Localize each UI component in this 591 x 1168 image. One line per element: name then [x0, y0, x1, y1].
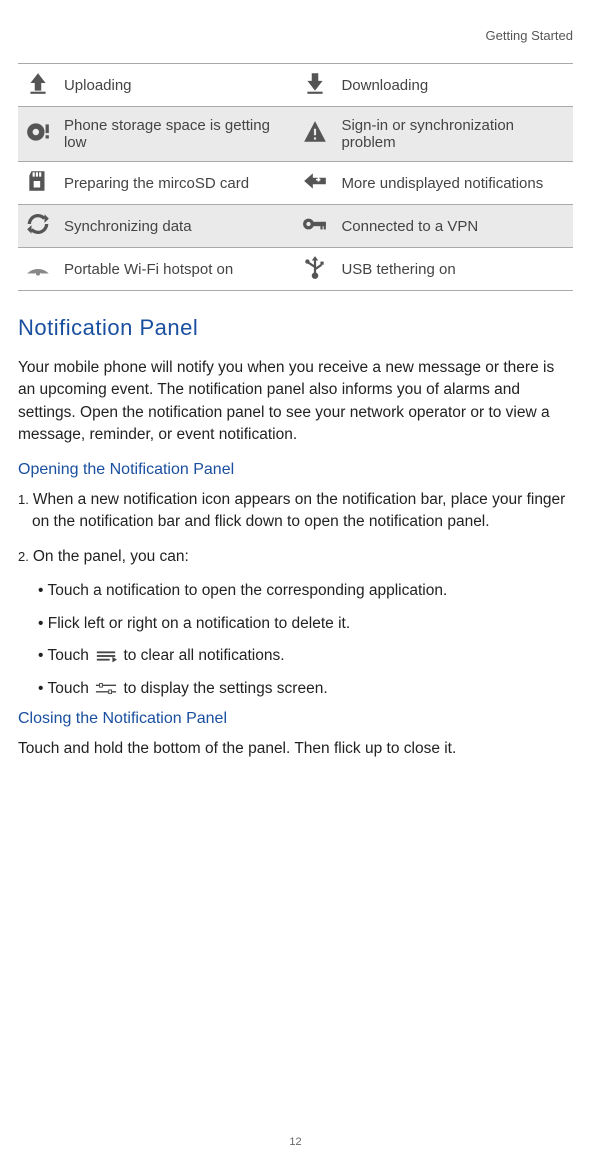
more-notif-label: More undisplayed notifications	[335, 162, 573, 205]
upload-label: Uploading	[58, 64, 296, 107]
opening-subtitle: Opening the Notification Panel	[18, 461, 573, 479]
closing-subtitle: Closing the Notification Panel	[18, 710, 573, 728]
step-2: 2. On the panel, you can:	[18, 546, 573, 568]
usb-label: USB tethering on	[335, 248, 573, 291]
step-text: On the panel, you can:	[33, 548, 189, 565]
table-row: Synchronizing data Connected to a VPN	[18, 205, 573, 248]
list-item: • Touch a notification to open the corre…	[38, 580, 573, 602]
warning-icon	[295, 107, 335, 162]
bullet-text-after: to display the settings screen.	[123, 680, 327, 697]
list-item: • Flick left or right on a notification …	[38, 613, 573, 635]
table-row: Preparing the mircoSD card More undispla…	[18, 162, 573, 205]
table-row: Phone storage space is getting low Sign-…	[18, 107, 573, 162]
sdcard-label: Preparing the mircoSD card	[58, 162, 296, 205]
hotspot-label: Portable Wi-Fi hotspot on	[58, 248, 296, 291]
hotspot-icon	[18, 248, 58, 291]
sync-label: Synchronizing data	[58, 205, 296, 248]
list-item: • Touch to clear all notifications.	[38, 645, 573, 667]
closing-paragraph: Touch and hold the bottom of the panel. …	[18, 738, 573, 760]
intro-paragraph: Your mobile phone will notify you when y…	[18, 357, 573, 447]
icon-table: Uploading Downloading Phone storage spac…	[18, 63, 573, 291]
page-header: Getting Started	[18, 28, 573, 43]
sync-icon	[18, 205, 58, 248]
warning-label: Sign-in or synchronization problem	[335, 107, 573, 162]
table-row: Uploading Downloading	[18, 64, 573, 107]
section-title: Notification Panel	[18, 315, 573, 341]
clear-icon	[95, 649, 117, 663]
step-text: When a new notification icon appears on …	[32, 491, 565, 530]
sdcard-icon	[18, 162, 58, 205]
upload-icon	[18, 64, 58, 107]
usb-icon	[295, 248, 335, 291]
step-number: 2.	[18, 549, 29, 564]
step-1: 1.When a new notification icon appears o…	[18, 489, 573, 534]
more-notif-icon	[295, 162, 335, 205]
settings-sliders-icon	[95, 682, 117, 696]
step-number: 1.	[18, 492, 29, 507]
storage-low-icon	[18, 107, 58, 162]
bullet-text-after: to clear all notifications.	[123, 647, 284, 664]
download-label: Downloading	[335, 64, 573, 107]
list-item: • Touch to display the settings screen.	[38, 678, 573, 700]
page-number: 12	[0, 1136, 591, 1148]
bullet-text-before: • Touch	[38, 680, 93, 697]
bullet-list: • Touch a notification to open the corre…	[18, 580, 573, 700]
vpn-label: Connected to a VPN	[335, 205, 573, 248]
download-icon	[295, 64, 335, 107]
bullet-text-before: • Touch	[38, 647, 93, 664]
storage-low-label: Phone storage space is getting low	[58, 107, 296, 162]
vpn-icon	[295, 205, 335, 248]
table-row: Portable Wi-Fi hotspot on USB tethering …	[18, 248, 573, 291]
